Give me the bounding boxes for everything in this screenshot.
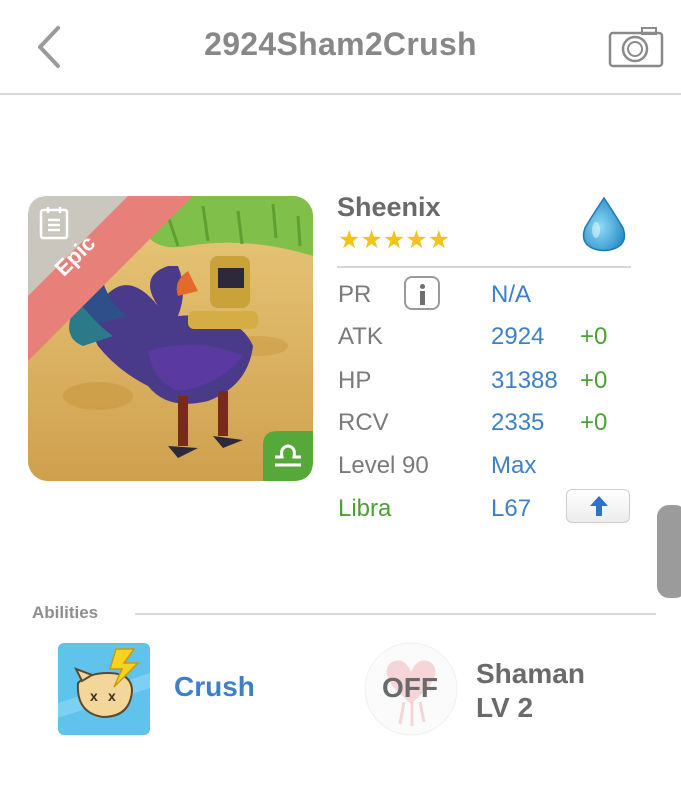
hp-value: 31388	[491, 367, 558, 394]
atk-value: 2924	[491, 323, 545, 350]
level-label: Level 90	[338, 452, 429, 479]
crush-ability-icon[interactable]: x x	[58, 643, 150, 735]
star-rating: ★★★★★	[338, 226, 451, 254]
water-drop-icon	[582, 196, 626, 252]
side-drawer-handle[interactable]	[657, 505, 681, 598]
rcv-label: RCV	[338, 409, 389, 436]
hp-label: HP	[338, 367, 372, 394]
leader-skill-name: Shaman LV 2	[476, 657, 585, 725]
svg-text:x: x	[90, 688, 98, 704]
abilities-heading: Abilities	[32, 603, 99, 622]
leader-skill-level: LV 2	[476, 692, 534, 723]
upgrade-button[interactable]	[566, 489, 630, 523]
page-title: 2924Sham2Crush	[204, 26, 477, 62]
arrow-up-icon	[590, 496, 608, 516]
skill-name: Crush	[174, 671, 255, 702]
pr-label: PR	[338, 281, 372, 308]
pr-value: N/A	[491, 281, 532, 308]
hp-bonus: +0	[580, 367, 608, 394]
libra-icon	[263, 431, 313, 481]
atk-bonus: +0	[580, 323, 608, 350]
divider	[337, 266, 631, 268]
rcv-bonus: +0	[580, 409, 608, 436]
zodiac-level: L67	[491, 495, 532, 522]
top-bar: 2924Sham2Crush	[0, 0, 681, 95]
leader-skill-state: OFF	[382, 672, 438, 703]
leader-skill-title: Shaman	[476, 658, 585, 689]
info-icon[interactable]	[404, 276, 440, 310]
abilities-divider	[135, 613, 656, 615]
journal-icon	[39, 207, 69, 240]
camera-icon[interactable]	[608, 26, 664, 68]
monster-name: Sheenix	[337, 192, 441, 222]
level-value: Max	[491, 452, 537, 479]
zodiac-label: Libra	[338, 495, 392, 522]
svg-text:x: x	[108, 688, 116, 704]
atk-label: ATK	[338, 323, 383, 350]
rcv-value: 2335	[491, 409, 545, 436]
